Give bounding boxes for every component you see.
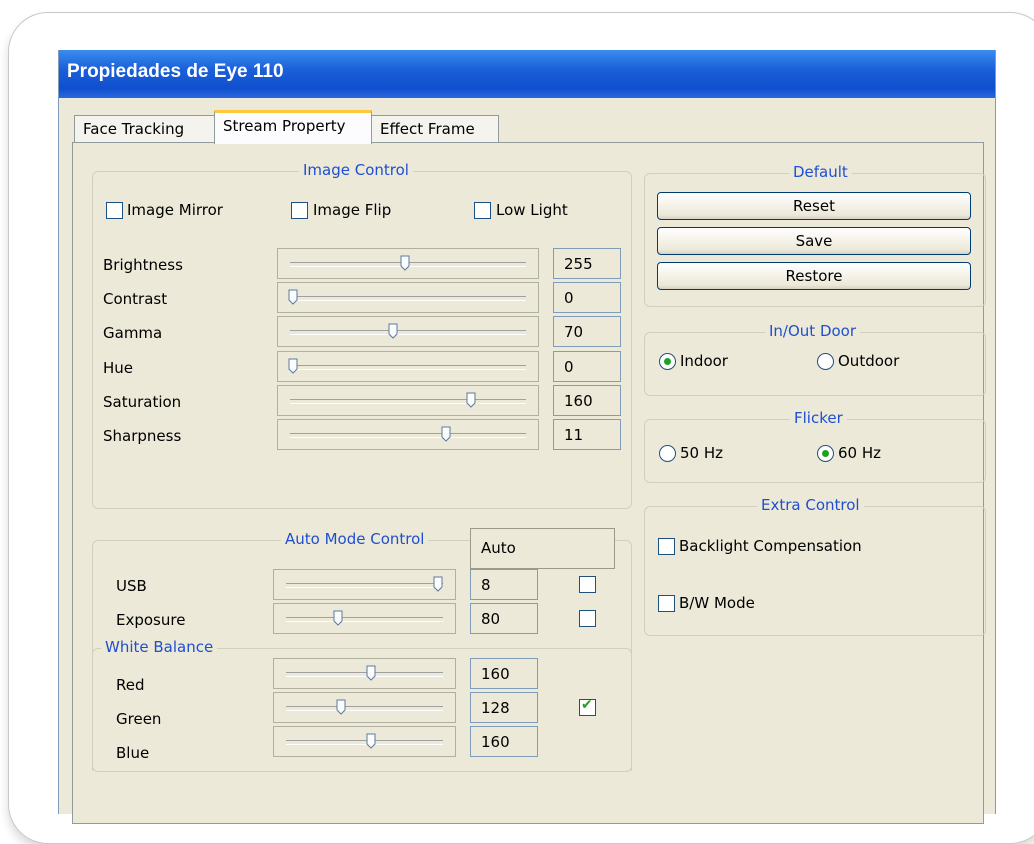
flicker-group: Flicker 50 Hz 60 Hz xyxy=(644,409,986,483)
brightness-value[interactable]: 255 xyxy=(553,248,621,279)
indoor-radio[interactable] xyxy=(659,353,676,370)
gamma-value[interactable]: 70 xyxy=(553,316,621,347)
slider-thumb[interactable] xyxy=(333,610,343,626)
contrast-slider[interactable] xyxy=(277,282,539,313)
slider-thumb[interactable] xyxy=(388,323,398,339)
contrast-value[interactable]: 0 xyxy=(553,282,621,313)
image-flip-checkbox[interactable] xyxy=(291,202,308,219)
window-title: Propiedades de Eye 110 xyxy=(67,61,284,82)
stream-property-panel: Image Control Image Mirror Image Flip Lo… xyxy=(72,142,986,824)
tab-stream-property[interactable]: Stream Property xyxy=(214,110,372,144)
indoor-label: Indoor xyxy=(680,352,728,370)
brightness-slider[interactable] xyxy=(277,248,539,279)
50hz-radio[interactable] xyxy=(659,445,676,462)
default-legend: Default xyxy=(789,163,852,181)
save-button[interactable]: Save xyxy=(657,227,971,255)
usb-slider[interactable] xyxy=(273,569,456,600)
saturation-slider[interactable] xyxy=(277,385,539,416)
usb-label: USB xyxy=(116,577,147,595)
in-out-door-legend: In/Out Door xyxy=(765,322,861,340)
white-balance-legend: White Balance xyxy=(101,638,218,656)
hue-label: Hue xyxy=(103,359,134,377)
green-slider[interactable] xyxy=(273,692,456,723)
green-value[interactable]: 128 xyxy=(470,692,538,723)
gamma-slider[interactable] xyxy=(277,316,539,347)
contrast-label: Contrast xyxy=(103,290,168,308)
low-light-checkbox[interactable] xyxy=(474,202,491,219)
slider-thumb[interactable] xyxy=(433,576,443,592)
tab-effect-frame[interactable]: Effect Frame xyxy=(371,115,499,142)
usb-auto-checkbox[interactable] xyxy=(579,576,596,593)
sharpness-value[interactable]: 11 xyxy=(553,419,621,450)
red-label: Red xyxy=(116,676,145,694)
default-group: Default Reset Save Restore xyxy=(644,163,986,307)
outdoor-radio[interactable] xyxy=(817,353,834,370)
slider-thumb[interactable] xyxy=(441,426,451,442)
reset-button[interactable]: Reset xyxy=(657,192,971,220)
flicker-legend: Flicker xyxy=(790,409,847,427)
saturation-label: Saturation xyxy=(103,393,182,411)
green-label: Green xyxy=(116,710,162,728)
exposure-auto-checkbox[interactable] xyxy=(579,610,596,627)
image-control-group: Image Control Image Mirror Image Flip Lo… xyxy=(92,161,632,509)
image-control-legend: Image Control xyxy=(299,161,413,179)
60hz-label: 60 Hz xyxy=(838,444,882,462)
restore-button[interactable]: Restore xyxy=(657,262,971,290)
backlight-compensation-checkbox[interactable] xyxy=(658,538,675,555)
hue-value[interactable]: 0 xyxy=(553,351,621,382)
backlight-compensation-label: Backlight Compensation xyxy=(679,537,862,555)
bw-mode-label: B/W Mode xyxy=(679,594,755,612)
blue-slider[interactable] xyxy=(273,726,456,757)
red-slider[interactable] xyxy=(273,658,456,689)
brightness-label: Brightness xyxy=(103,256,183,274)
sharpness-label: Sharpness xyxy=(103,427,182,445)
slider-thumb[interactable] xyxy=(288,358,298,374)
slider-thumb[interactable] xyxy=(336,699,346,715)
properties-window: Propiedades de Eye 110 Face Tracking Str… xyxy=(58,50,996,824)
hue-slider[interactable] xyxy=(277,351,539,382)
outdoor-label: Outdoor xyxy=(838,352,900,370)
extra-control-legend: Extra Control xyxy=(757,496,864,514)
bw-mode-checkbox[interactable] xyxy=(658,595,675,612)
image-mirror-checkbox[interactable] xyxy=(106,202,123,219)
white-balance-auto-checkbox[interactable] xyxy=(579,697,596,716)
image-flip-label: Image Flip xyxy=(313,201,392,219)
usb-value[interactable]: 8 xyxy=(470,569,538,600)
slider-thumb[interactable] xyxy=(366,733,376,749)
title-bar[interactable]: Propiedades de Eye 110 xyxy=(59,50,995,98)
in-out-door-group: In/Out Door Indoor Outdoor xyxy=(644,322,986,396)
saturation-value[interactable]: 160 xyxy=(553,385,621,416)
slider-thumb[interactable] xyxy=(366,665,376,681)
auto-column-header: Auto xyxy=(470,528,615,569)
exposure-slider[interactable] xyxy=(273,603,456,634)
exposure-label: Exposure xyxy=(116,611,186,629)
red-value[interactable]: 160 xyxy=(470,658,538,689)
extra-control-group: Extra Control Backlight Compensation B/W… xyxy=(644,496,986,636)
tab-face-tracking[interactable]: Face Tracking xyxy=(74,115,215,142)
blue-value[interactable]: 160 xyxy=(470,726,538,757)
slider-thumb[interactable] xyxy=(288,289,298,305)
sharpness-slider[interactable] xyxy=(277,419,539,450)
gamma-label: Gamma xyxy=(103,324,163,342)
image-mirror-label: Image Mirror xyxy=(127,201,223,219)
60hz-radio[interactable] xyxy=(817,445,834,462)
slider-thumb[interactable] xyxy=(466,392,476,408)
auto-mode-legend: Auto Mode Control xyxy=(281,530,429,548)
exposure-value[interactable]: 80 xyxy=(470,603,538,634)
low-light-label: Low Light xyxy=(496,201,568,219)
50hz-label: 50 Hz xyxy=(680,444,724,462)
blue-label: Blue xyxy=(116,744,150,762)
slider-thumb[interactable] xyxy=(400,255,410,271)
